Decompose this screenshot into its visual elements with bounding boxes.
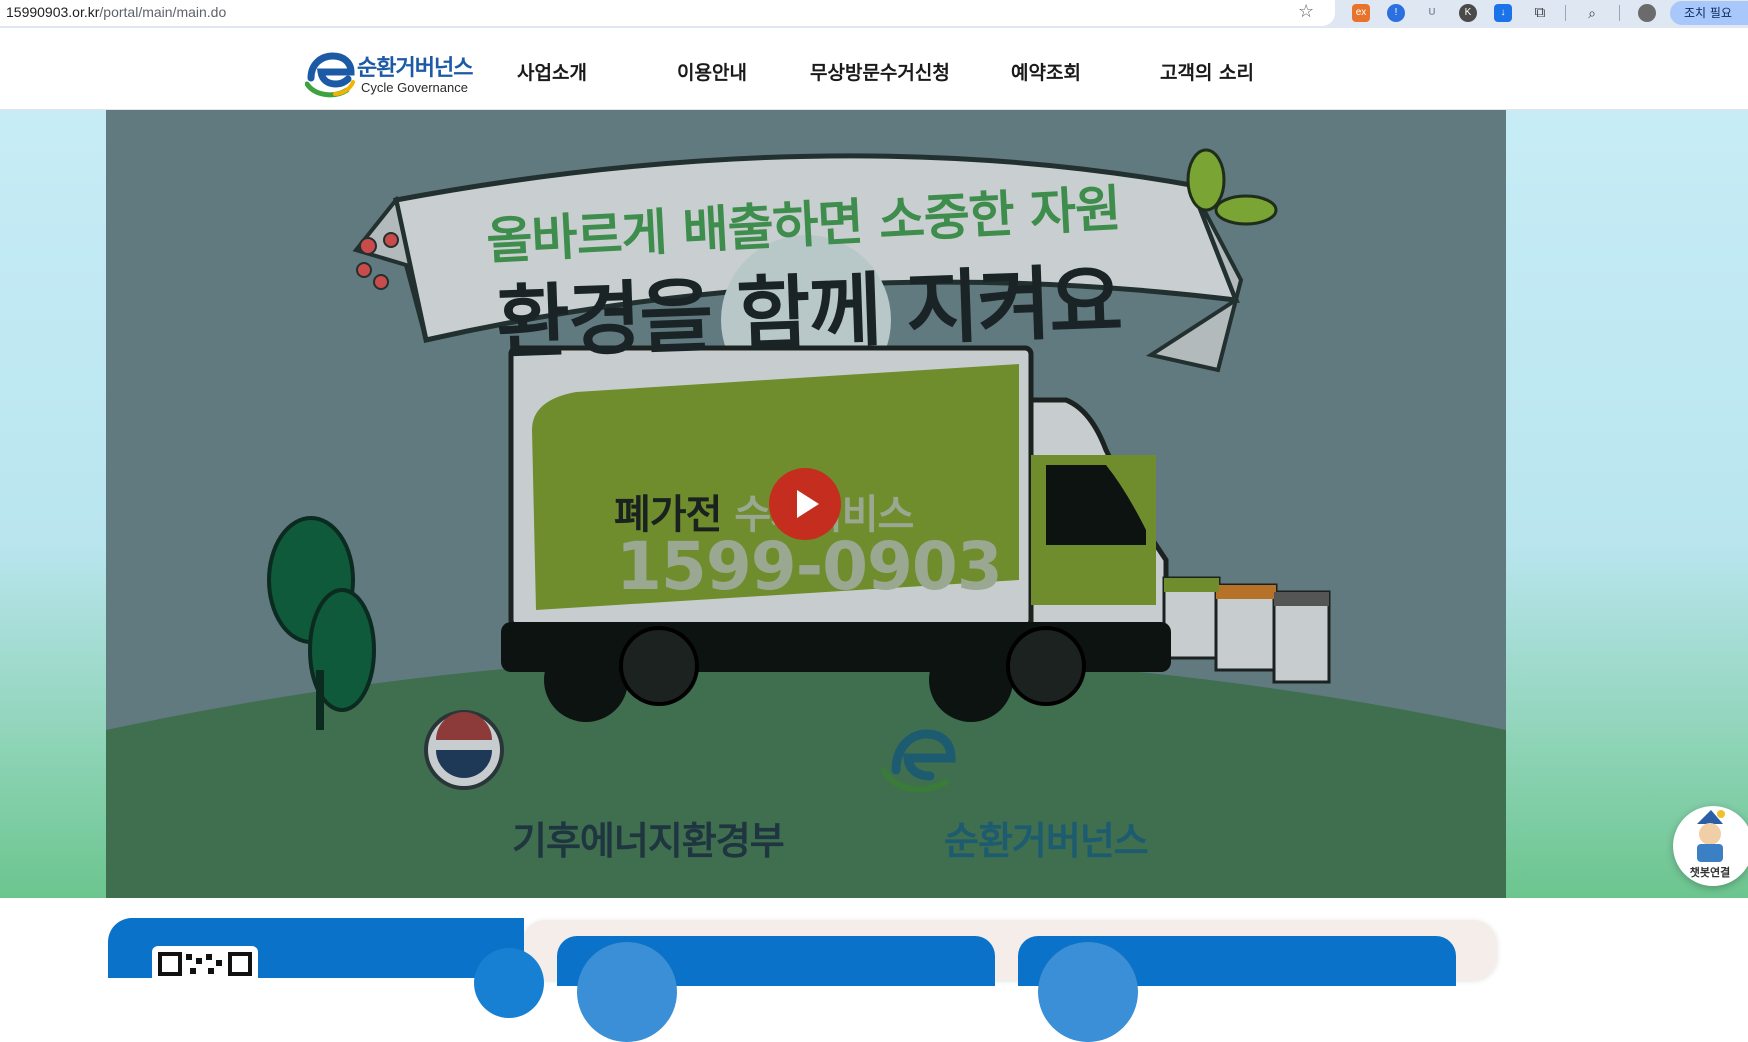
logo-subtitle: Cycle Governance	[361, 80, 468, 95]
toolbar-divider	[1565, 5, 1566, 21]
nav-business-intro[interactable]: 사업소개	[517, 58, 587, 85]
toolbar-divider	[1619, 5, 1620, 21]
nav-free-pickup-request[interactable]: 무상방문수거신청	[810, 58, 950, 85]
shield-extension-icon[interactable]: !	[1387, 4, 1405, 22]
chatbot-button[interactable]: 챗봇연결	[1673, 806, 1748, 886]
service-card-2[interactable]	[1018, 936, 1456, 1042]
extension-u-icon[interactable]: U	[1423, 4, 1441, 22]
qr-code-icon	[152, 946, 258, 986]
browser-toolbar: 15990903.or.kr/portal/main/main.do ☆ ex …	[0, 0, 1748, 28]
quick-links-section	[0, 898, 1748, 1042]
bookmark-star-icon[interactable]: ☆	[1298, 1, 1314, 22]
ministry-name: 기후에너지환경부	[512, 819, 785, 863]
banner-slogan: 환경을 함께 지켜요	[494, 255, 1123, 370]
chatbot-mascot-icon	[1697, 810, 1725, 862]
chatbot-label: 챗봇연결	[1689, 866, 1731, 879]
url-text[interactable]: 15990903.or.kr/portal/main/main.do	[6, 4, 226, 20]
download-icon[interactable]: ↓	[1494, 4, 1512, 22]
profile-avatar[interactable]	[1638, 4, 1656, 22]
service-card-1[interactable]	[557, 936, 995, 1042]
address-bar[interactable]: 15990903.or.kr/portal/main/main.do ☆	[0, 0, 1335, 26]
nav-usage-guide[interactable]: 이용안내	[677, 58, 747, 85]
profile-action-pill[interactable]: 조치 필요	[1670, 1, 1748, 25]
qr-card[interactable]	[108, 918, 544, 1018]
extension-ex-icon[interactable]: ex	[1352, 4, 1370, 22]
url-path: /portal/main/main.do	[99, 4, 227, 20]
logo-title: 순환거버넌스	[357, 56, 473, 81]
site-header: 순환거버넌스 Cycle Governance 사업소개 이용안내 무상방문수거…	[0, 34, 1748, 110]
hero-video-player[interactable]: 올바르게 배출하면 소중한 자원 환경을 함께 지켜요 폐가전 수거서비스 15…	[106, 110, 1506, 898]
e-logo-icon	[305, 52, 355, 98]
qr-card-decoration	[474, 948, 544, 1018]
service-card-2-icon	[1038, 942, 1138, 1042]
tab-search-icon[interactable]: ⌕	[1583, 4, 1601, 22]
site-logo[interactable]: 순환거버넌스 Cycle Governance	[305, 44, 475, 100]
governance-name: 순환거버넌스	[944, 819, 1149, 863]
service-card-1-icon	[577, 942, 677, 1042]
url-host: 15990903.or.kr	[6, 4, 100, 20]
nav-customer-voice[interactable]: 고객의 소리	[1160, 58, 1254, 85]
nav-reservation-lookup[interactable]: 예약조회	[1011, 58, 1081, 85]
extension-k-icon[interactable]: K	[1459, 4, 1477, 22]
puzzle-extensions-icon[interactable]: ⧉	[1531, 4, 1549, 22]
play-video-button[interactable]	[769, 468, 841, 540]
